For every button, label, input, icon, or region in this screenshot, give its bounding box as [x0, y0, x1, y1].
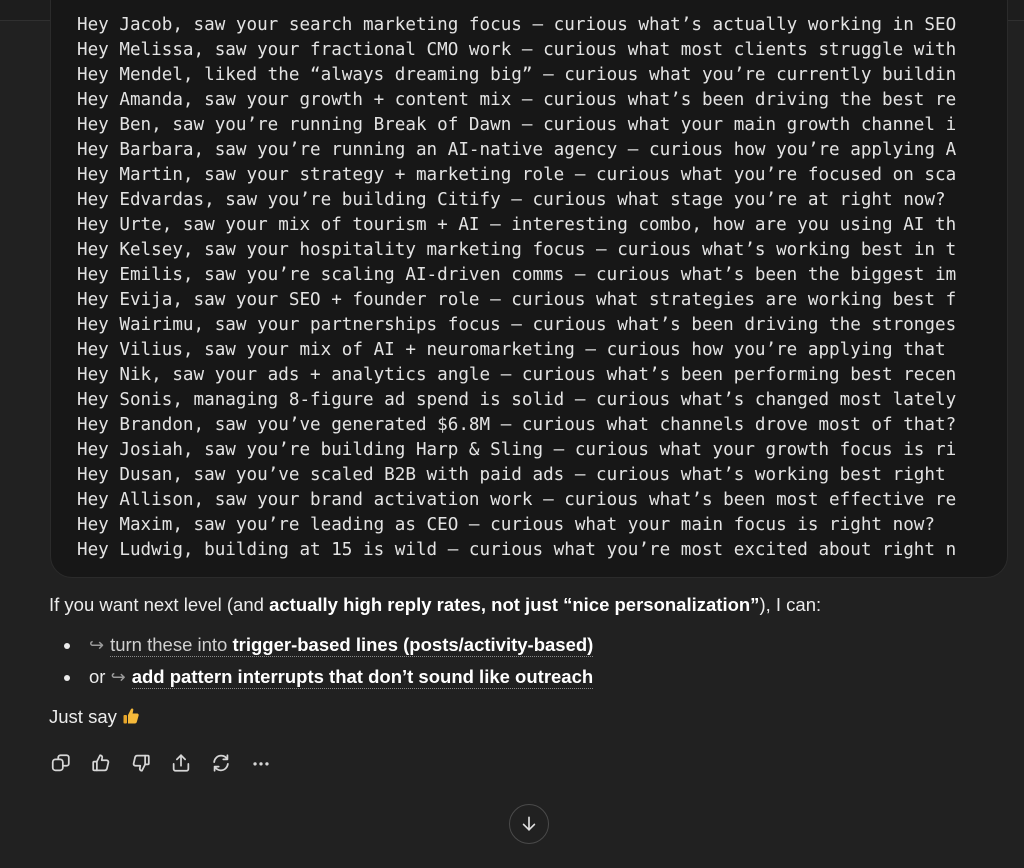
code-line: Hey Barbara, saw you’re running an AI-na…: [77, 140, 957, 160]
thumbs-up-emoji-icon: [123, 708, 139, 724]
intro-suffix: ), I can:: [759, 594, 822, 615]
closing-line: Just say: [49, 703, 999, 731]
code-line: Hey Maxim, saw you’re leading as CEO — c…: [77, 515, 935, 535]
more-options-icon: [253, 762, 269, 766]
scroll-to-bottom-button[interactable]: [509, 804, 549, 844]
share-button[interactable]: [169, 751, 193, 775]
code-line: Hey Mendel, liked the “always dreaming b…: [77, 65, 957, 85]
arrow-down-icon: [522, 816, 536, 831]
code-line: Hey Amanda, saw your growth + content mi…: [77, 90, 957, 110]
code-line: Hey Kelsey, saw your hospitality marketi…: [77, 240, 957, 260]
code-line: Hey Brandon, saw you’ve generated $6.8M …: [77, 415, 957, 435]
bad-response-button[interactable]: [129, 751, 153, 775]
code-line: Hey Allison, saw your brand activation w…: [77, 490, 957, 510]
code-line: Hey Dusan, saw you’ve scaled B2B with pa…: [77, 465, 957, 485]
code-line: Hey Josiah, saw you’re building Harp & S…: [77, 440, 957, 460]
code-lines: Hey Jacob, saw your search marketing foc…: [77, 13, 957, 563]
link-bold-text: add pattern interrupts that don’t sound …: [131, 666, 594, 687]
code-line: Hey Martin, saw your strategy + marketin…: [77, 165, 957, 185]
copy-icon: [51, 754, 70, 772]
assistant-response: If you want next level (and actually hig…: [49, 591, 999, 731]
thumbs-up-icon: [92, 754, 110, 772]
intro-prefix: If you want next level (and: [49, 594, 270, 615]
code-line: Hey Vilius, saw your mix of AI + neuroma…: [77, 340, 957, 360]
code-line: Hey Melissa, saw your fractional CMO wor…: [77, 40, 957, 60]
code-line: Hey Evija, saw your SEO + founder role —…: [77, 290, 957, 310]
link-bold-text: trigger-based lines (posts/activity-base…: [232, 634, 594, 655]
suggestion-list: ↪ turn these into trigger-based lines (po…: [49, 629, 999, 693]
bullet-dot: [64, 675, 70, 681]
link-plain-text: turn these into: [110, 634, 233, 655]
code-line: Hey Jacob, saw your search marketing foc…: [77, 15, 957, 35]
list-item: ↪ turn these into trigger-based lines (po…: [49, 629, 999, 661]
thumbs-down-icon: [132, 754, 150, 772]
closing-text: Just say: [49, 706, 117, 727]
list-item: or ↪ add pattern interrupts that don’t so…: [49, 661, 999, 693]
message-actions: [49, 751, 273, 777]
bullet-dot: [64, 643, 70, 649]
code-line: Hey Ludwig, building at 15 is wild — cur…: [77, 540, 957, 560]
bullet-prefix: or: [89, 666, 111, 687]
share-icon: [172, 754, 190, 772]
intro-bold: actually high reply rates, not just “nic…: [269, 594, 760, 615]
code-line: Hey Nik, saw your ads + analytics angle …: [77, 365, 957, 385]
good-response-button[interactable]: [89, 751, 113, 775]
code-line: Hey Ben, saw you’re running Break of Daw…: [77, 115, 957, 135]
code-line: Hey Edvardas, saw you’re building Citify…: [77, 190, 946, 210]
suggestion-link-pattern-interrupts[interactable]: add pattern interrupts that don’t sound …: [131, 666, 594, 689]
return-arrow-icon: ↪: [89, 635, 105, 656]
regenerate-button[interactable]: [209, 751, 233, 775]
code-block: Hey Jacob, saw your search marketing foc…: [50, 0, 1008, 578]
return-arrow-icon: ↪: [110, 667, 126, 688]
code-line: Hey Wairimu, saw your partnerships focus…: [77, 315, 957, 335]
code-line: Hey Sonis, managing 8-figure ad spend is…: [77, 390, 957, 410]
code-line: Hey Urte, saw your mix of tourism + AI —…: [77, 215, 957, 235]
intro-paragraph: If you want next level (and actually hig…: [49, 591, 999, 619]
code-line: Hey Emilis, saw you’re scaling AI-driven…: [77, 265, 957, 285]
regenerate-icon: [213, 754, 229, 772]
copy-button[interactable]: [49, 751, 73, 775]
suggestion-link-trigger-based[interactable]: turn these into trigger-based lines (pos…: [110, 634, 594, 657]
more-options-button[interactable]: [249, 751, 273, 775]
